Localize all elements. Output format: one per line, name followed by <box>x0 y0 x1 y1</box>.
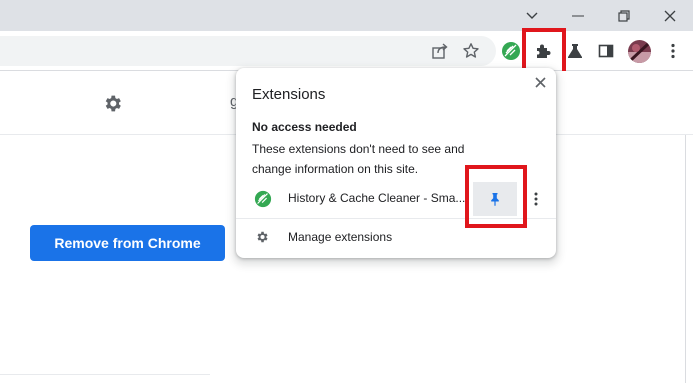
chevron-down-icon <box>526 12 538 19</box>
popup-title: Extensions <box>252 86 326 103</box>
side-panel-button[interactable] <box>594 39 618 63</box>
leaf-extension-icon <box>254 190 272 208</box>
address-bar[interactable] <box>0 36 496 66</box>
more-vert-icon <box>534 192 538 206</box>
profile-picture <box>628 40 651 63</box>
leaf-extension-icon <box>502 42 520 60</box>
minimize-button[interactable] <box>555 0 601 31</box>
close-icon <box>534 76 546 88</box>
extension-name: History & Cache Cleaner - Sma... <box>288 191 466 205</box>
manage-extensions-label: Manage extensions <box>288 230 393 244</box>
close-window-button[interactable] <box>647 0 693 31</box>
browser-toolbar <box>0 31 693 71</box>
gear-icon <box>257 231 268 243</box>
minimize-icon <box>572 15 584 16</box>
restore-icon <box>618 9 630 22</box>
popup-close-button[interactable] <box>532 74 548 90</box>
title-bar <box>0 0 693 31</box>
restore-button[interactable] <box>601 0 647 31</box>
gear-icon[interactable] <box>102 93 123 114</box>
more-vert-icon <box>671 43 675 59</box>
extensions-popup: Extensions No access needed These extens… <box>236 68 556 258</box>
section-description: These extensions don't need to see and c… <box>252 142 465 176</box>
share-button[interactable] <box>428 39 452 63</box>
scrollbar-track[interactable] <box>685 135 686 383</box>
divider <box>0 374 210 375</box>
remove-from-chrome-button[interactable]: Remove from Chrome <box>30 225 225 261</box>
pin-button-highlight <box>465 165 527 228</box>
side-panel-icon <box>598 44 614 58</box>
tab-search-button[interactable] <box>509 0 555 31</box>
extension-more-button[interactable] <box>528 189 544 209</box>
bookmark-button[interactable] <box>459 39 483 63</box>
section-title: No access needed <box>252 120 357 134</box>
avatar[interactable] <box>628 40 651 63</box>
star-icon <box>463 43 479 58</box>
labs-button[interactable] <box>563 39 587 63</box>
chrome-menu-button[interactable] <box>661 39 685 63</box>
close-icon <box>664 10 676 21</box>
history-cleaner-extension-button[interactable] <box>499 39 523 63</box>
share-icon <box>432 43 448 59</box>
flask-icon <box>568 44 582 58</box>
